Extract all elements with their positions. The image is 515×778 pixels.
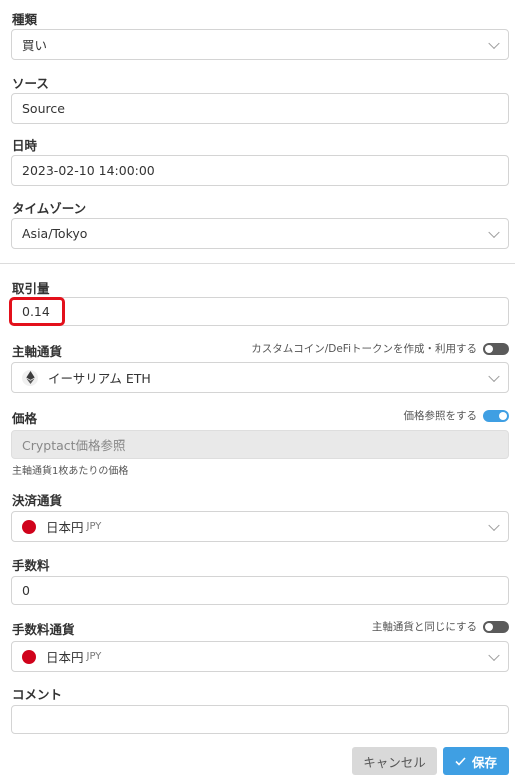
chevron-down-icon [488,37,500,49]
fee-currency-select[interactable]: 日本円 JPY [11,641,509,672]
fee-currency-value: 日本円 [46,650,84,665]
amount-input[interactable]: 0.14 [11,297,509,326]
check-icon [455,756,466,766]
fee-currency-label: 手数料通貨 [12,622,75,637]
timezone-label: タイムゾーン [12,201,87,216]
price-ref-toggle-row: 価格参照をする [403,408,509,423]
base-currency-label: 主軸通貨 [12,344,63,359]
fee-input[interactable]: 0 [11,576,509,605]
comment-input[interactable] [11,705,509,734]
chevron-down-icon [488,649,500,661]
price-hint: 主軸通貨1枚あたりの価格 [12,466,129,477]
chevron-down-icon [488,370,500,382]
source-label: ソース [12,76,49,91]
cancel-button[interactable]: キャンセル [352,747,437,775]
same-as-base-toggle-label: 主軸通貨と同じにする [371,621,477,633]
chevron-down-icon [488,519,500,531]
chevron-down-icon [488,226,500,238]
same-as-base-toggle-row: 主軸通貨と同じにする [372,619,509,634]
type-select[interactable]: 買い [11,29,509,60]
timezone-value: Asia/Tokyo [22,226,88,241]
amount-value: 0.14 [22,304,50,319]
fee-value: 0 [22,583,30,598]
japan-flag-icon [22,649,36,664]
save-button-label: 保存 [471,754,497,770]
source-input[interactable]: Source [11,93,509,124]
save-button[interactable]: 保存 [443,747,509,775]
fee-currency-code: JPY [86,651,102,662]
price-label: 価格 [12,411,38,426]
settlement-currency-code: JPY [86,521,102,532]
datetime-label: 日時 [12,138,38,153]
datetime-input[interactable]: 2023-02-10 14:00:00 [11,155,509,186]
amount-label: 取引量 [12,281,50,296]
japan-flag-icon [22,519,36,534]
price-input: Cryptact価格参照 [11,430,509,459]
settlement-currency-label: 決済通貨 [12,493,63,508]
price-placeholder: Cryptact価格参照 [22,438,126,453]
same-as-base-toggle[interactable] [483,620,509,633]
comment-label: コメント [12,687,63,702]
source-value: Source [22,101,65,116]
datetime-value: 2023-02-10 14:00:00 [22,163,155,178]
settlement-currency-value: 日本円 [46,520,84,535]
custom-coin-toggle-label: カスタムコイン/DeFiトークンを作成・利用する [251,343,477,355]
base-currency-select[interactable]: イーサリアム ETH [11,362,509,393]
settlement-currency-select[interactable]: 日本円 JPY [11,511,509,542]
base-currency-value: イーサリアム ETH [48,371,151,386]
custom-coin-toggle[interactable] [483,342,509,355]
timezone-select[interactable]: Asia/Tokyo [11,218,509,249]
type-label: 種類 [12,12,38,27]
section-divider [0,263,515,264]
cancel-button-label: キャンセル [363,754,426,770]
price-ref-toggle[interactable] [483,409,509,422]
price-ref-toggle-label: 価格参照をする [403,410,478,422]
ethereum-icon [22,369,38,386]
type-value: 買い [22,38,48,53]
fee-label: 手数料 [12,558,50,573]
custom-coin-toggle-row: カスタムコイン/DeFiトークンを作成・利用する [251,341,509,356]
